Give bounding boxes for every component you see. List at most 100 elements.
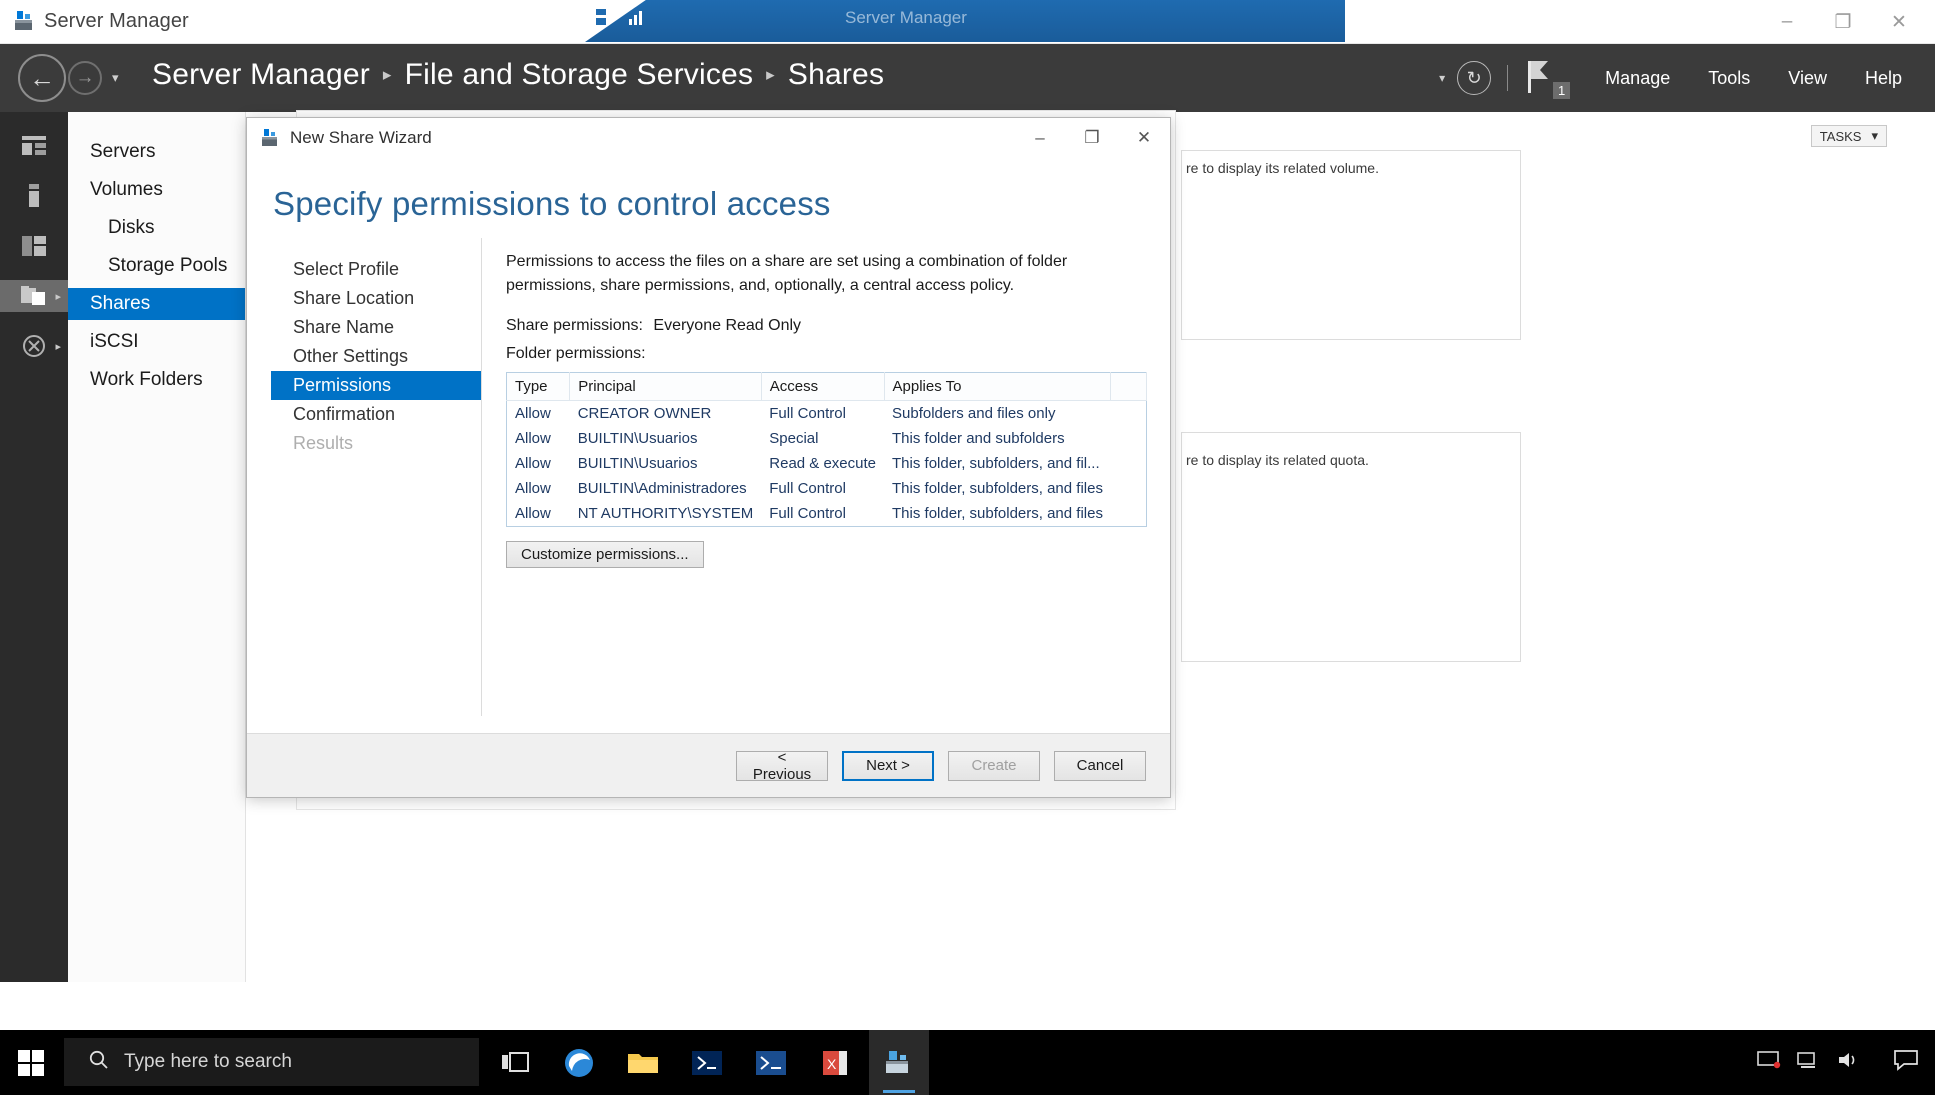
sidebar-item-volumes[interactable]: Volumes (68, 174, 245, 206)
screen-share-icon[interactable] (1757, 1050, 1781, 1075)
network-icon[interactable] (1797, 1050, 1821, 1075)
volume-panel (1181, 150, 1521, 340)
wizard-step-share-location[interactable]: Share Location (271, 284, 481, 313)
cell-applies-to: This folder, subfolders, and files (892, 505, 1103, 522)
sidebar-item-work-folders[interactable]: Work Folders (68, 364, 245, 396)
table-row[interactable]: Allow BUILTIN\Administradores Full Contr… (507, 476, 1147, 501)
create-button: Create (948, 750, 1040, 781)
cell-principal: BUILTIN\Usuarios (577, 455, 698, 472)
share-permissions-row: Share permissions: Everyone Read Only (506, 317, 1151, 335)
notification-count-badge: 1 (1552, 82, 1571, 99)
excel-icon[interactable]: X (805, 1030, 865, 1095)
sidebar-item-storage-pools[interactable]: Storage Pools (68, 250, 245, 282)
wizard-step-label: Share Location (293, 288, 415, 308)
wizard-close-button[interactable]: ✕ (1118, 118, 1170, 158)
wizard-maximize-button[interactable]: ❐ (1066, 118, 1118, 158)
breadcrumb-item-1[interactable]: File and Storage Services (405, 58, 754, 92)
wizard-step-select-profile[interactable]: Select Profile (271, 255, 481, 284)
wizard-title: New Share Wizard (290, 128, 432, 147)
chevron-down-icon[interactable]: ▾ (1439, 71, 1445, 85)
taskbar-server-manager-icon[interactable] (869, 1030, 929, 1095)
menu-help[interactable]: Help (1846, 68, 1921, 89)
os-close-button[interactable]: ✕ (1871, 0, 1927, 44)
cell-blank (1111, 476, 1147, 501)
rail-item-disks[interactable] (0, 230, 68, 262)
back-arrow-icon[interactable]: ← (18, 54, 66, 102)
wizard-footer: < Previous Next > Create Cancel (247, 733, 1170, 797)
search-input[interactable]: Type here to search (64, 1038, 479, 1086)
table-row[interactable]: Allow BUILTIN\Usuarios Special This fold… (507, 426, 1147, 451)
wizard-step-confirmation[interactable]: Confirmation (271, 400, 481, 429)
tasks-dropdown[interactable]: TASKS ▾ (1810, 125, 1887, 147)
cell-principal: BUILTIN\Administradores (577, 480, 747, 497)
sidebar-item-disks[interactable]: Disks (68, 212, 245, 244)
wizard-step-label: Share Name (293, 317, 395, 337)
nav-history-caret-icon[interactable]: ▾ (112, 70, 119, 86)
cell-applies-to: This folder and subfolders (892, 430, 1065, 447)
wizard-main-panel: Permissions to access the files on a sha… (506, 250, 1151, 568)
powershell-icon[interactable] (677, 1030, 737, 1095)
windows-start-icon[interactable] (0, 1030, 62, 1095)
breadcrumb-item-2[interactable]: Shares (788, 58, 884, 92)
sidebar-item-label: Disks (108, 217, 155, 238)
menu-view[interactable]: View (1769, 68, 1846, 89)
refresh-icon[interactable]: ↻ (1457, 61, 1492, 95)
rail-item-volumes[interactable] (0, 180, 68, 212)
file-explorer-icon[interactable] (613, 1030, 673, 1095)
notification-flag-icon[interactable]: 1 (1524, 57, 1571, 99)
volume-panel-hint: re to display its related volume. (1186, 160, 1379, 176)
column-header-access[interactable]: Access (761, 372, 885, 401)
table-row[interactable]: Allow CREATOR OWNER Full Control Subfold… (507, 401, 1147, 427)
forward-arrow-icon[interactable]: → (68, 61, 102, 95)
wizard-step-other-settings[interactable]: Other Settings (271, 342, 481, 371)
os-title-text: Server Manager (44, 10, 189, 32)
wizard-step-share-name[interactable]: Share Name (271, 313, 481, 342)
os-minimize-button[interactable]: – (1759, 0, 1815, 44)
rail-item-iscsi[interactable]: ▸ (0, 330, 68, 362)
wizard-step-permissions[interactable]: Permissions (271, 371, 481, 400)
rail-expand-arrow-icon[interactable]: ▸ (55, 340, 61, 353)
server-manager-icon (12, 9, 36, 33)
rail-item-shares[interactable]: ▸ (0, 280, 68, 312)
rail-expand-arrow-icon[interactable]: ▸ (55, 290, 61, 303)
sidebar-item-label: Shares (90, 293, 151, 314)
column-header-type[interactable]: Type (506, 372, 571, 401)
customize-permissions-button[interactable]: Customize permissions... (506, 541, 704, 568)
share-permissions-label: Share permissions: (506, 317, 643, 334)
table-row[interactable]: Allow NT AUTHORITY\SYSTEM Full Control T… (507, 501, 1147, 527)
tasks-label: TASKS (1819, 128, 1862, 144)
share-wizard-icon (260, 128, 280, 148)
column-header-blank[interactable] (1110, 372, 1147, 401)
menu-tools[interactable]: Tools (1689, 68, 1769, 89)
cell-access: Full Control (769, 505, 846, 522)
edge-browser-icon[interactable] (549, 1030, 609, 1095)
previous-button[interactable]: < Previous (736, 749, 828, 783)
volume-icon[interactable] (1837, 1050, 1861, 1075)
os-maximize-button[interactable]: ❐ (1815, 0, 1871, 44)
menu-manage[interactable]: Manage (1586, 68, 1689, 89)
wizard-body: Select Profile Share Location Share Name… (247, 238, 1172, 733)
sidebar-item-servers[interactable]: Servers (68, 136, 245, 168)
sidebar-item-label: Servers (90, 141, 156, 162)
column-header-principal[interactable]: Principal (569, 372, 762, 401)
powershell-ise-icon[interactable] (741, 1030, 801, 1095)
breadcrumb-item-0[interactable]: Server Manager (152, 58, 370, 92)
folder-permissions-table: Type Principal Access Applies To Allow C… (506, 372, 1147, 527)
sidebar-item-iscsi[interactable]: iSCSI (68, 326, 245, 358)
column-header-applies-to[interactable]: Applies To (884, 372, 1112, 401)
action-center-icon[interactable] (1893, 1049, 1919, 1076)
cancel-button[interactable]: Cancel (1054, 750, 1146, 781)
notch-icon-group (590, 6, 648, 33)
table-row[interactable]: Allow BUILTIN\Usuarios Read & execute Th… (507, 451, 1147, 476)
taskbar: Type here to search X (0, 1030, 1935, 1095)
sidebar-item-shares[interactable]: Shares (68, 288, 245, 320)
wizard-minimize-button[interactable]: – (1014, 118, 1066, 158)
cell-applies-to: This folder, subfolders, and files (892, 480, 1103, 497)
task-view-icon[interactable] (485, 1030, 545, 1095)
breadcrumb-separator-icon: ▸ (382, 65, 392, 84)
header-divider (1507, 65, 1509, 91)
rail-item-dashboard[interactable] (0, 130, 68, 162)
wizard-window-controls: – ❐ ✕ (1014, 118, 1170, 158)
wizard-step-results: Results (271, 429, 481, 458)
next-button[interactable]: Next > (842, 750, 934, 781)
